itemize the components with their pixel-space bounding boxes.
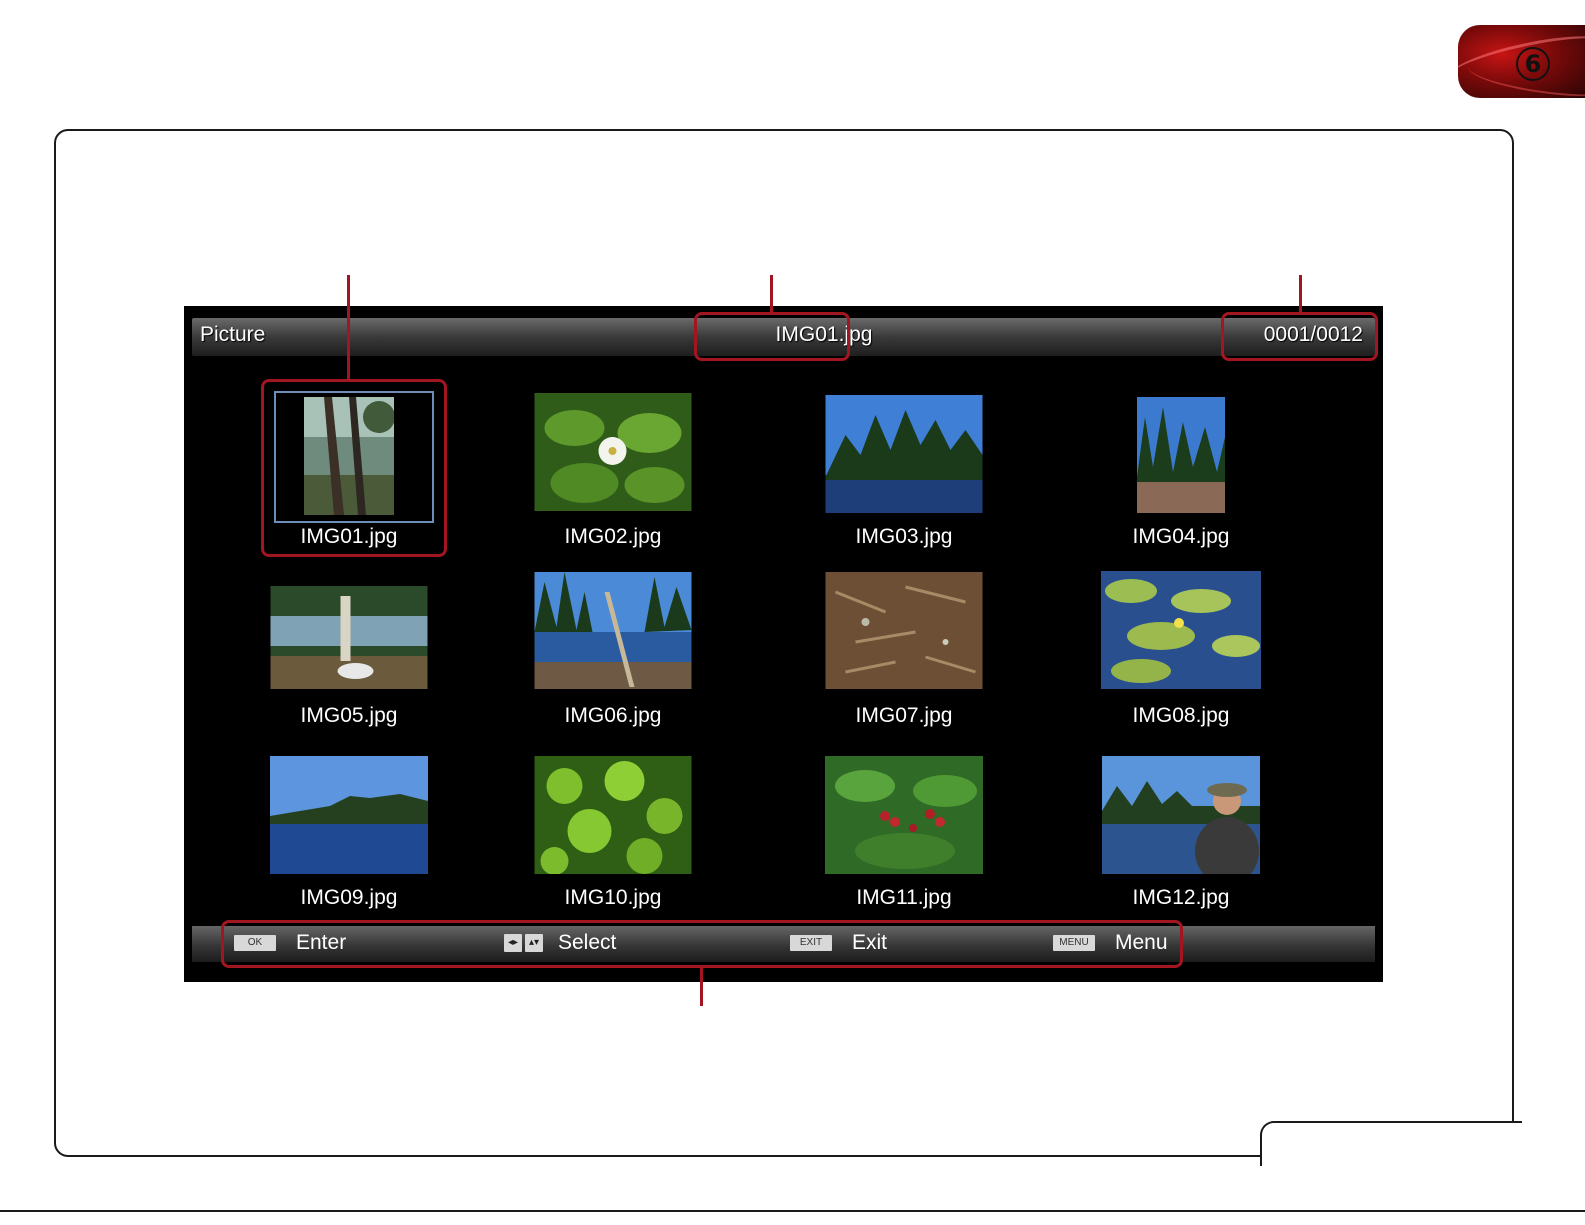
thumbnail-item[interactable]: IMG10.jpg [488,751,738,926]
thumbnail-label: IMG08.jpg [1132,704,1230,727]
thumbnail-label: IMG04.jpg [1132,525,1230,548]
thumbnail-label: IMG10.jpg [564,886,662,909]
thumbnail-image [1101,571,1261,689]
thumbnail-label: IMG03.jpg [855,525,953,548]
thumbnail-item[interactable]: IMG08.jpg [1056,569,1306,744]
thumbnail-image [1137,397,1225,513]
thumbnail-item[interactable]: IMG09.jpg [224,751,474,926]
thumbnail-item[interactable]: IMG03.jpg [779,390,1029,565]
callout-leader-counter [1299,275,1302,314]
thumbnail-image [825,572,983,689]
callout-box-help-bar [221,920,1183,968]
thumbnail-image [270,586,428,689]
thumbnail-image [534,572,692,689]
callout-box-counter [1221,312,1378,361]
callout-leader-filename [770,275,773,314]
thumbnail-image [1102,756,1260,874]
thumbnail-item[interactable]: IMG02.jpg [488,390,738,565]
chapter-tab: 6 [1458,25,1585,98]
callout-leader-help-bar [700,966,703,1006]
thumbnail-image [534,756,692,874]
chapter-number: 6 [1516,47,1550,81]
thumbnail-image [534,393,692,511]
thumbnail-label: IMG02.jpg [564,525,662,548]
thumbnail-label: IMG07.jpg [855,704,953,727]
callout-box-filename [694,312,850,361]
thumbnail-image [825,395,983,513]
thumbnail-item[interactable]: IMG11.jpg [779,751,1029,926]
thumbnail-item[interactable]: IMG04.jpg [1056,390,1306,565]
bottom-rule [0,1210,1585,1212]
thumbnail-image [825,756,983,874]
thumbnail-item[interactable]: IMG07.jpg [779,569,1029,744]
thumbnail-item[interactable]: IMG12.jpg [1056,751,1306,926]
thumbnail-item[interactable]: IMG05.jpg [224,569,474,744]
thumbnail-item[interactable]: IMG06.jpg [488,569,738,744]
page-frame-notch [1260,1121,1522,1166]
callout-box-selected-thumbnail [261,379,447,557]
thumbnail-label: IMG09.jpg [300,886,398,909]
thumbnail-image [270,756,428,874]
thumbnail-label: IMG06.jpg [564,704,662,727]
thumbnail-label: IMG12.jpg [1132,886,1230,909]
callout-leader-thumbnail [347,275,350,381]
screen-title: Picture [200,323,266,346]
thumbnail-label: IMG05.jpg [300,704,398,727]
thumbnail-label: IMG11.jpg [856,886,952,909]
